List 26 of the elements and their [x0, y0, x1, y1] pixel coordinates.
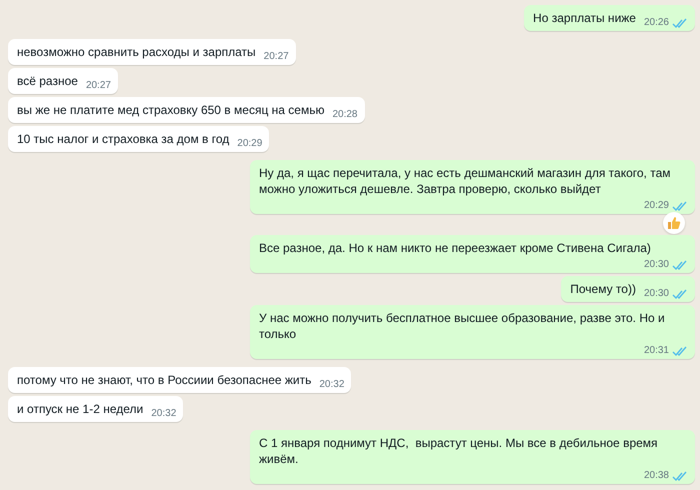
message-text: и отпуск не 1-2 недели — [17, 401, 144, 417]
message-time: 20:29 — [237, 138, 262, 150]
message-time: 20:32 — [151, 408, 176, 420]
message-text: Ну да, я щас перечитала, у нас есть дешманский магазин для такого, там можно уложиться дешевле. Завтра проверю, сколько выйдет — [259, 165, 672, 197]
message-text: У нас можно получить бесплатное высшее образование, разве это. Но и только — [259, 310, 666, 342]
thumbs-up-icon — [667, 216, 681, 230]
message-text: Почему то)) — [570, 281, 636, 297]
message-time: 20:30 — [644, 288, 669, 300]
message-time: 20:27 — [86, 80, 111, 92]
message-text: С 1 января поднимут НДС, вырастут цены. Мы все в дебильное время живём. — [259, 435, 659, 467]
message-text: невозможно сравнить расходы и зарплаты — [17, 44, 256, 60]
message-time: 20:31 — [644, 345, 669, 357]
message-time: 20:32 — [319, 379, 344, 391]
message-time: 20:30 — [644, 259, 669, 271]
message-text: 10 тыс налог и страховка за дом в год — [17, 131, 230, 147]
message-time: 20:26 — [644, 17, 669, 29]
message-time: 20:38 — [644, 470, 669, 482]
message-time: 20:27 — [264, 51, 289, 63]
message-time: 20:28 — [332, 109, 358, 121]
message-time: 20:29 — [644, 200, 669, 212]
reaction-badge[interactable] — [663, 212, 685, 234]
message-text: Все разное, да. Но к нам никто не переезжает кроме Стивена Сигала) — [259, 240, 651, 256]
message-text: Но зарплаты ниже — [533, 10, 636, 26]
message-text: вы же не платите мед страховку 650 в месяц на семью — [17, 102, 324, 118]
message-text: всё разное — [17, 73, 78, 89]
message-text: потому что не знают, что в Россиии безопаснее жить — [17, 372, 312, 388]
